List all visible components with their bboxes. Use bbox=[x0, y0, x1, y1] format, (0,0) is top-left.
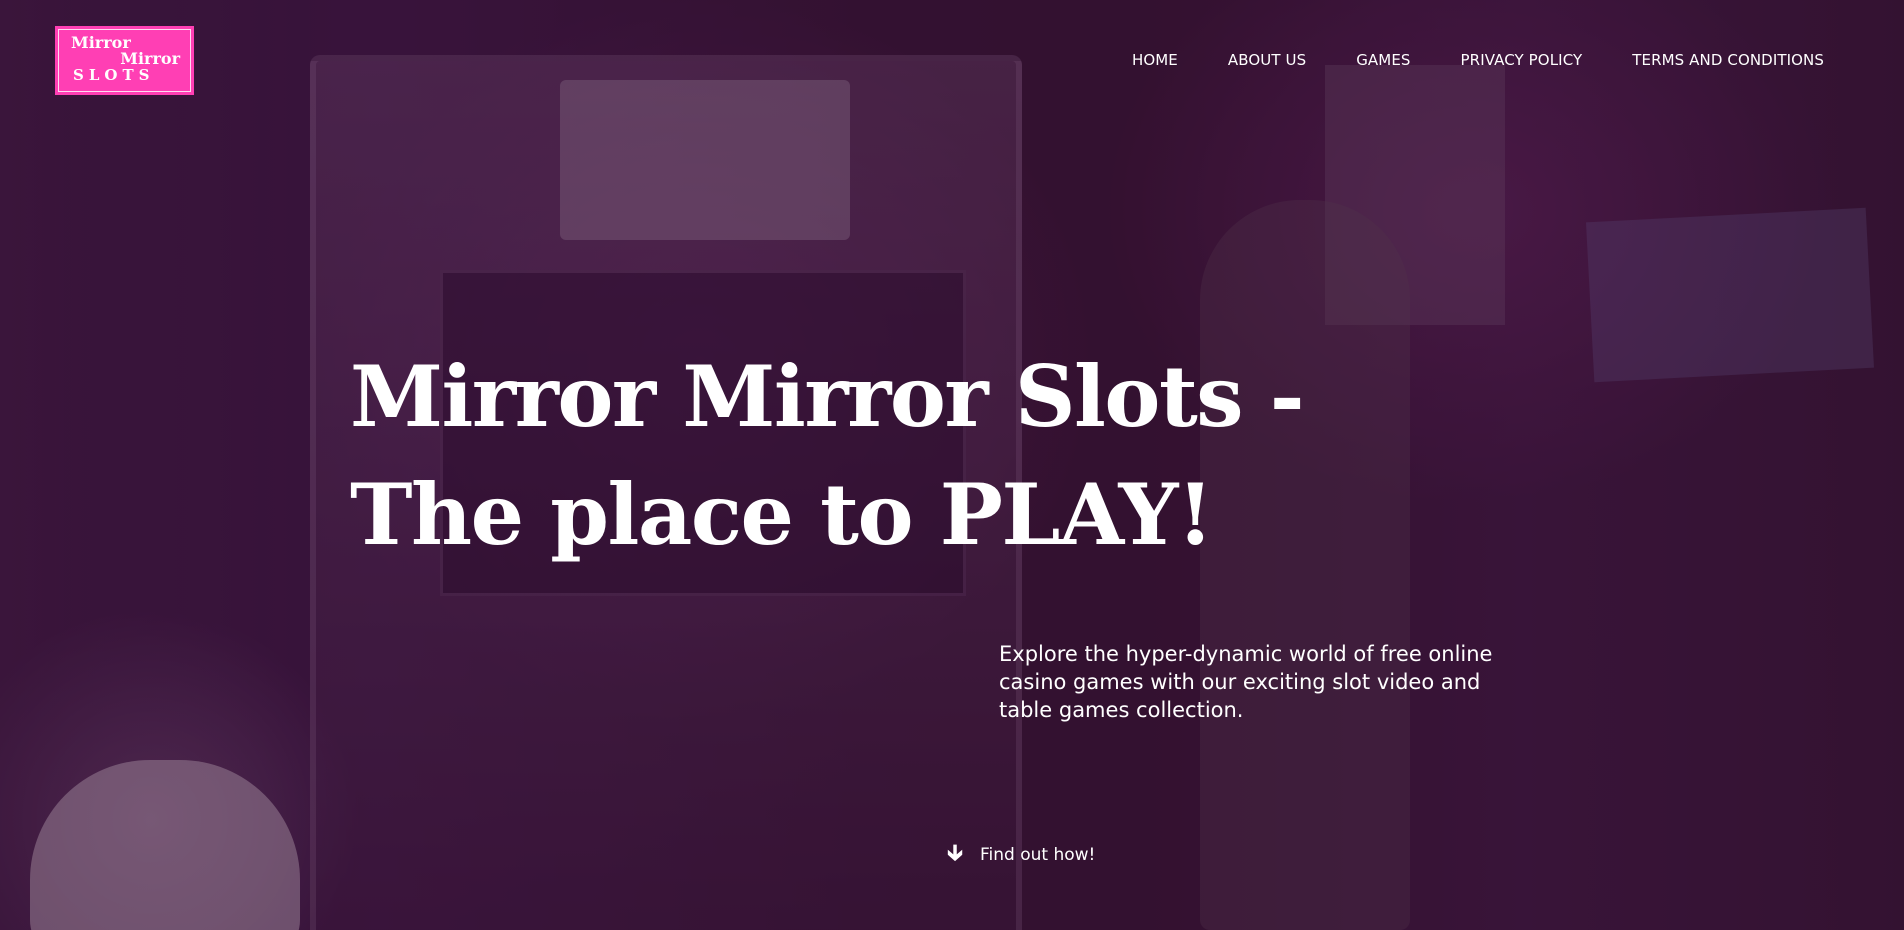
nav-item-about-us[interactable]: ABOUT US bbox=[1228, 50, 1306, 70]
hero-headline: Mirror Mirror Slots - The place to PLAY! bbox=[350, 347, 1305, 564]
nav-item-terms-and-conditions[interactable]: TERMS AND CONDITIONS bbox=[1632, 50, 1824, 70]
hero-subtext: Explore the hyper-dynamic world of free … bbox=[999, 642, 1493, 722]
hero-section: Mirror Mirror SLOTS HOME ABOUT US GAMES … bbox=[0, 0, 1904, 930]
arrow-down-icon: 🡳 bbox=[947, 841, 963, 866]
nav-item-home[interactable]: HOME bbox=[1132, 50, 1178, 70]
logo-frame: Mirror Mirror SLOTS bbox=[58, 29, 191, 92]
nav-item-privacy-policy[interactable]: PRIVACY POLICY bbox=[1461, 50, 1583, 70]
find-out-how-link[interactable]: 🡳 Find out how! bbox=[945, 836, 1095, 874]
site-logo[interactable]: Mirror Mirror SLOTS bbox=[55, 26, 194, 95]
main-navigation: HOME ABOUT US GAMES PRIVACY POLICY TERMS… bbox=[1082, 50, 1824, 70]
logo-text-line3: SLOTS bbox=[73, 66, 155, 84]
nav-item-games[interactable]: GAMES bbox=[1356, 50, 1410, 70]
logo-text-line2: Mirror bbox=[120, 49, 180, 68]
find-out-how-label: Find out how! bbox=[980, 845, 1096, 865]
